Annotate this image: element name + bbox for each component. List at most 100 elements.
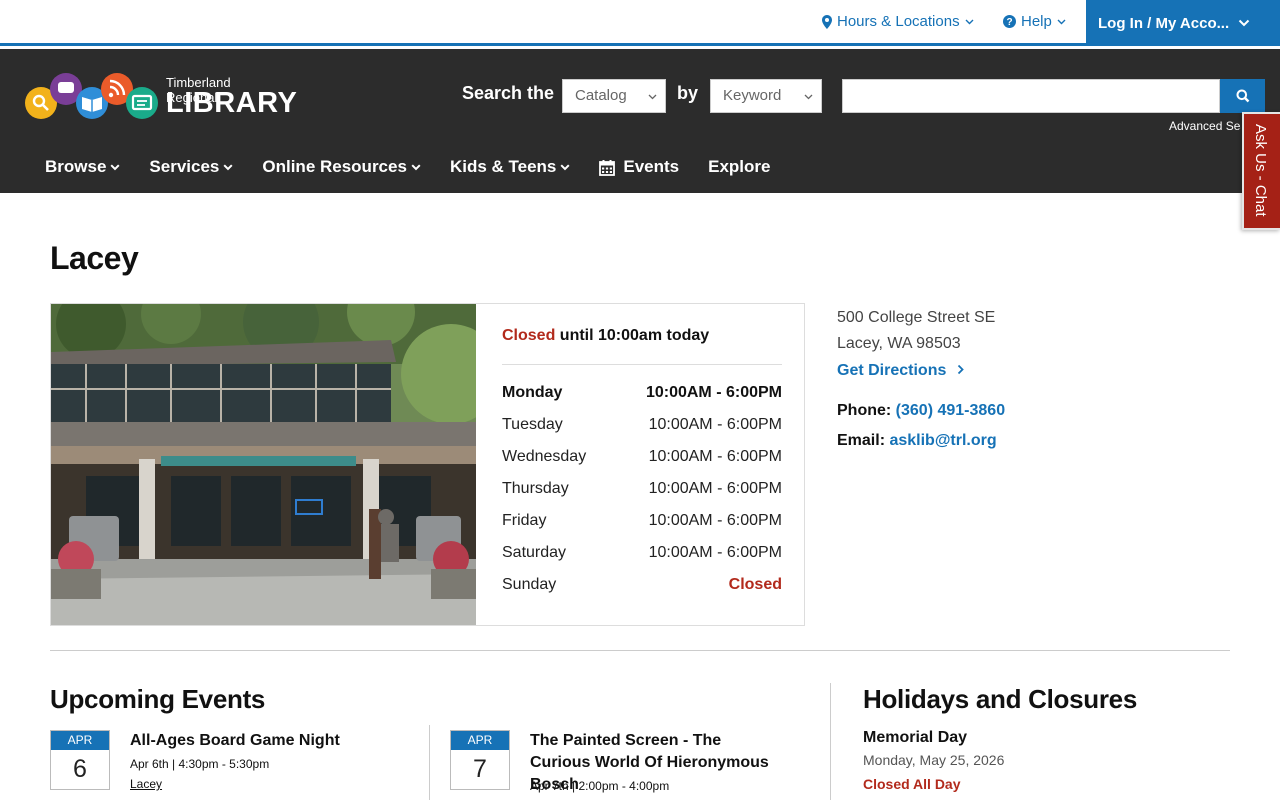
calendar-icon: [599, 159, 616, 176]
chevron-down-icon: [965, 19, 974, 24]
event-month: APR: [51, 731, 109, 750]
event-divider: [429, 725, 430, 800]
nav-explore-label: Explore: [708, 157, 771, 176]
event-time: Apr 7th | 2:00pm - 4:00pm: [530, 779, 670, 793]
search-scope-select[interactable]: Catalog: [562, 79, 666, 113]
nav-online-resources-label: Online Resources: [262, 157, 407, 176]
hours-day: Thursday: [502, 480, 569, 497]
hours-day: Sunday: [502, 576, 557, 593]
holiday-date: Monday, May 25, 2026: [863, 752, 1005, 768]
chevron-down-icon: [411, 163, 421, 170]
event-time: Apr 6th | 4:30pm - 5:30pm: [130, 757, 270, 771]
question-circle-icon: ?: [1003, 15, 1016, 28]
chevron-down-icon: [804, 94, 813, 100]
nav-explore[interactable]: Explore: [708, 157, 770, 177]
hours-row: Friday 10:00AM - 6:00PM: [502, 512, 782, 530]
nav-browse-label: Browse: [45, 157, 107, 176]
hours-locations-label: Hours & Locations: [837, 13, 960, 30]
search-scope-value: Catalog: [575, 87, 627, 104]
chevron-down-icon: [648, 94, 657, 100]
hours-time: Closed: [728, 576, 782, 593]
phone-label: Phone:: [837, 402, 892, 419]
event-day: 7: [473, 755, 487, 783]
logo-bubbles-icon: [25, 73, 158, 119]
logo-title: LIBRARY: [166, 87, 298, 119]
open-status: Closed until 10:00am today: [502, 327, 709, 345]
get-directions-link[interactable]: Get Directions: [837, 362, 965, 380]
chevron-down-icon: [1238, 19, 1250, 27]
chevron-down-icon: [110, 163, 120, 170]
email-link[interactable]: asklib@trl.org: [889, 432, 996, 449]
email-label: Email:: [837, 432, 886, 449]
page-title: Lacey: [50, 240, 139, 276]
nav-online-resources[interactable]: Online Resources: [262, 157, 421, 177]
hours-row: Thursday 10:00AM - 6:00PM: [502, 480, 782, 498]
branch-photo: [51, 304, 476, 625]
email-line: Email: asklib@trl.org: [837, 432, 997, 450]
upcoming-events-title: Upcoming Events: [50, 684, 266, 714]
hours-day: Wednesday: [502, 448, 587, 465]
nav-kids-teens-label: Kids & Teens: [449, 157, 557, 176]
chevron-down-icon: [223, 163, 233, 170]
hours-day: Saturday: [502, 544, 567, 561]
nav-browse[interactable]: Browse: [45, 157, 120, 177]
advanced-search-link[interactable]: Advanced Search: [1169, 119, 1241, 133]
nav-services-label: Services: [149, 157, 220, 176]
svg-text:?: ?: [1006, 17, 1012, 28]
hours-row: Tuesday 10:00AM - 6:00PM: [502, 416, 782, 434]
hours-day: Tuesday: [502, 416, 563, 433]
hours-row: Wednesday 10:00AM - 6:00PM: [502, 448, 782, 466]
search-type-value: Keyword: [723, 87, 782, 104]
chevron-down-icon: [1057, 19, 1066, 24]
event-month: APR: [451, 731, 509, 750]
hours-time: 10:00AM - 6:00PM: [648, 544, 782, 561]
event-title[interactable]: All-Ages Board Game Night: [130, 730, 380, 752]
get-directions-label: Get Directions: [837, 362, 947, 379]
map-marker-icon: [822, 14, 832, 29]
chat-tab-label: Ask Us - Chat: [1252, 124, 1269, 217]
search-type-select[interactable]: Keyword: [710, 79, 822, 113]
nav-events[interactable]: Events: [599, 157, 679, 177]
holiday-status: Closed All Day: [863, 776, 961, 792]
hours-row: Saturday 10:00AM - 6:00PM: [502, 544, 782, 562]
search-button[interactable]: [1220, 79, 1265, 113]
branch-card: Closed until 10:00am today Monday 10:00A…: [50, 303, 805, 626]
section-divider: [50, 650, 1230, 651]
nav-kids-teens[interactable]: Kids & Teens: [450, 157, 570, 177]
event-location-link[interactable]: Lacey: [130, 777, 162, 791]
hours-time: 10:00AM - 6:00PM: [648, 480, 782, 497]
hours-time: 10:00AM - 6:00PM: [648, 416, 782, 433]
hours-row: Sunday Closed: [502, 576, 782, 594]
search-input[interactable]: [842, 79, 1220, 113]
search-label: Search the: [462, 83, 555, 103]
chevron-down-icon: [560, 163, 570, 170]
phone-link[interactable]: (360) 491-3860: [896, 402, 1005, 419]
hours-divider: [502, 364, 782, 365]
holidays-title: Holidays and Closures: [863, 684, 1138, 714]
holiday-item: Memorial Day Monday, May 25, 2026 Closed…: [863, 729, 1223, 792]
chevron-right-icon: [957, 364, 964, 375]
event-date-badge: APR 6: [50, 730, 110, 790]
hours-locations-link[interactable]: Hours & Locations: [822, 13, 974, 30]
hours-day: Friday: [502, 512, 547, 529]
login-button[interactable]: Log In / My Acco...: [1086, 0, 1280, 46]
hours-row: Monday 10:00AM - 6:00PM: [502, 384, 782, 402]
hours-time: 10:00AM - 6:00PM: [648, 448, 782, 465]
main-nav: Browse Services Online Resources Kids & …: [45, 157, 799, 177]
library-logo[interactable]: Timberland Regional LIBRARY: [24, 71, 297, 123]
help-link[interactable]: ? Help: [1003, 13, 1066, 30]
login-label: Log In / My Acco...: [1098, 14, 1230, 32]
event-date-badge: APR 7: [450, 730, 510, 790]
branch-contact: 500 College Street SE Lacey, WA 98503 Ge…: [837, 305, 1217, 449]
status-detail: until 10:00am today: [555, 327, 710, 344]
holiday-name: Memorial Day: [863, 729, 968, 746]
hours-time: 10:00AM - 6:00PM: [648, 512, 782, 529]
address-line-2: Lacey, WA 98503: [837, 335, 961, 352]
event-day: 6: [73, 755, 87, 783]
nav-events-label: Events: [623, 157, 680, 176]
nav-services[interactable]: Services: [149, 157, 233, 177]
ask-us-chat-tab[interactable]: Ask Us - Chat: [1242, 112, 1280, 230]
status-closed: Closed: [502, 327, 556, 344]
help-label: Help: [1021, 13, 1052, 30]
search-icon: [1236, 89, 1249, 103]
